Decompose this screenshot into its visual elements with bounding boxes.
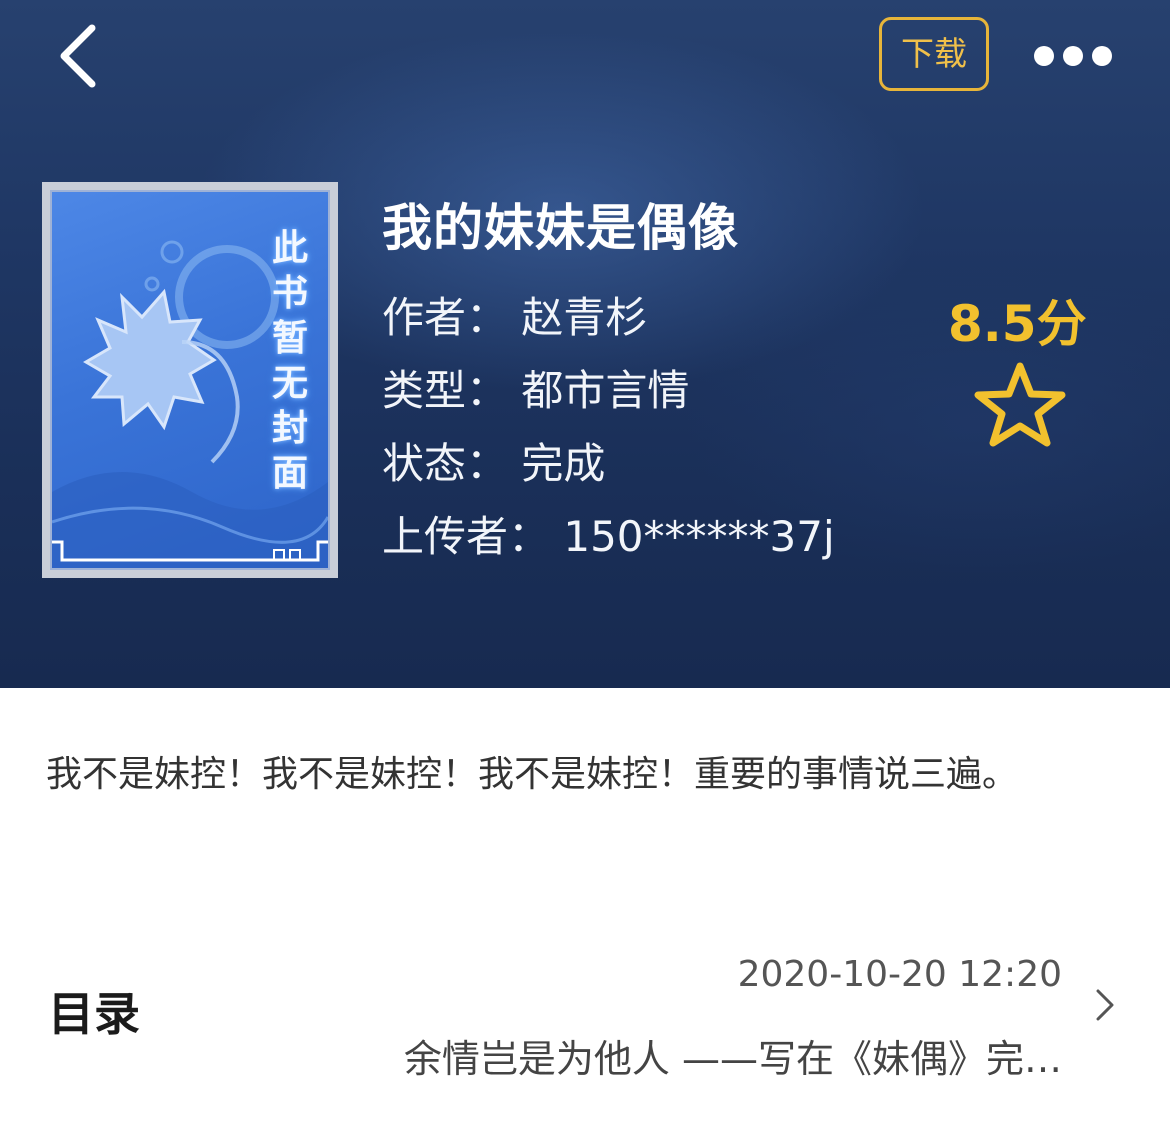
book-author: 作者： 赵青杉 [382, 293, 648, 342]
more-dots-icon [1034, 46, 1054, 66]
book-uploader: 上传者： 150******37j [382, 512, 835, 561]
book-status: 状态： 完成 [382, 439, 606, 488]
book-title: 我的妹妹是偶像 [382, 199, 739, 257]
cover-placeholder-text: 此 书 暂 无 封 面 [271, 228, 308, 494]
back-button[interactable] [52, 22, 108, 90]
book-cover[interactable]: 此 书 暂 无 封 面 [42, 182, 338, 578]
book-genre: 类型： 都市言情 [382, 366, 690, 415]
chevron-right-icon [1096, 989, 1114, 1021]
book-description: 我不是妹控！我不是妹控！我不是妹控！重要的事情说三遍。 [46, 754, 1019, 795]
chevron-left-icon [60, 24, 96, 88]
catalog-row[interactable]: 目录 2020-10-20 12:20 余情岂是为他人 ——写在《妹偶》完… [0, 940, 1170, 1090]
catalog-updated-time: 2020-10-20 12:20 [737, 954, 1062, 995]
download-button[interactable]: 下载 [879, 17, 989, 91]
star-outline-icon [974, 362, 1066, 447]
book-rating: 8.5分 [948, 295, 1087, 353]
catalog-title: 目录 [48, 987, 140, 1041]
catalog-latest-chapter: 余情岂是为他人 ——写在《妹偶》完… [403, 1037, 1062, 1081]
more-options-button[interactable] [1030, 40, 1116, 72]
book-header-panel: 下载 此 书 暂 无 封 面 我的妹妹是偶像 作者： 赵青杉 类型： 都市言情 … [0, 0, 1170, 688]
rate-button[interactable] [966, 360, 1074, 448]
